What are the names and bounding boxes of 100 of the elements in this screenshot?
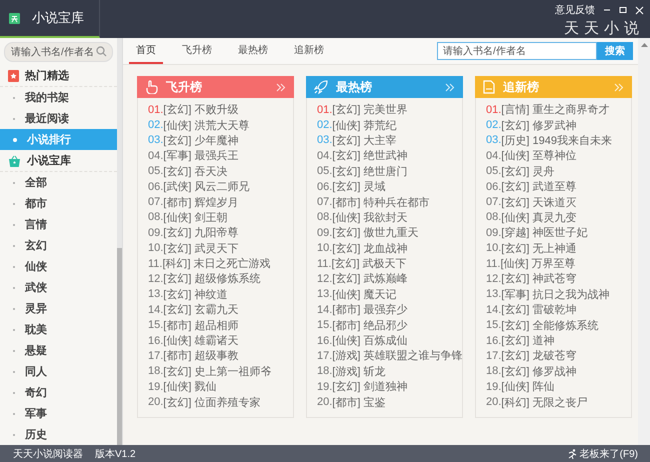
sidebar-item[interactable]: 同人 (0, 361, 117, 382)
book-title[interactable]: [玄幻] 大主宰 (332, 132, 396, 148)
book-title[interactable]: [玄幻] 位面养殖专家 (163, 394, 260, 410)
book-title[interactable]: [玄幻] 玄霸九天 (163, 302, 238, 318)
book-title[interactable]: [玄幻] 雷破乾坤 (501, 302, 576, 318)
book-title[interactable]: [游戏] 英雄联盟之谁与争锋 (332, 348, 462, 364)
book-title[interactable]: [仙侠] 魔天记 (332, 286, 396, 302)
book-title[interactable]: [仙侠] 洪荒大天尊 (163, 118, 250, 133)
book-title[interactable]: [玄幻] 傲世九重天 (332, 225, 418, 240)
book-title[interactable]: [都市] 最强弃少 (332, 302, 408, 318)
book-title[interactable]: [仙侠] 戮仙 (163, 379, 216, 394)
book-title[interactable]: [玄幻] 武道至尊 (501, 179, 576, 194)
book-title[interactable]: [仙侠] 阵仙 (501, 379, 554, 394)
search-field[interactable]: 请输入书名/作者名 (437, 42, 597, 60)
book-title[interactable]: [玄幻] 完美世界 (332, 102, 408, 118)
book-title[interactable]: [穿越] 神医世子妃 (501, 225, 588, 240)
tab[interactable]: 追新榜 (287, 38, 331, 64)
book-title[interactable]: [玄幻] 修罗武神 (501, 118, 576, 133)
book-title[interactable]: [玄幻] 修罗战神 (501, 364, 576, 379)
boss-key-link[interactable]: 老板来了(F9) (580, 446, 638, 460)
book-title[interactable]: [都市] 超品相师 (163, 318, 238, 333)
sidebar-item[interactable]: 小说排行 (0, 129, 117, 150)
rank-number: 16. (317, 334, 332, 347)
book-title[interactable]: [游戏] 斩龙 (332, 364, 386, 379)
sidebar-item[interactable]: 历史 (0, 424, 117, 445)
book-title[interactable]: [都市] 宝鉴 (332, 394, 386, 410)
book-title[interactable]: [仙侠] 百炼成仙 (332, 333, 408, 348)
rank-number: 08. (317, 211, 332, 224)
sidebar-item[interactable]: 武侠 (0, 277, 117, 298)
feedback-link[interactable]: 意见反馈 (555, 3, 595, 17)
book-title[interactable]: [玄幻] 武灵天下 (163, 240, 238, 256)
tab[interactable]: 最热榜 (231, 38, 275, 64)
book-title[interactable]: [玄幻] 九阳帝尊 (163, 225, 238, 240)
book-title[interactable]: [玄幻] 绝世武神 (332, 148, 408, 164)
book-title[interactable]: [玄幻] 灵域 (332, 179, 386, 194)
book-title[interactable]: [玄幻] 道神 (501, 333, 554, 348)
book-title[interactable]: [科幻] 末日之死亡游戏 (162, 256, 271, 272)
book-title[interactable]: [玄幻] 超级修炼系统 (163, 271, 260, 286)
tab[interactable]: 飞升榜 (175, 38, 219, 64)
sidebar-item[interactable]: 我的书架 (0, 87, 117, 108)
book-title[interactable]: [玄幻] 武极天下 (331, 256, 407, 272)
scrollbar-thumb[interactable] (117, 248, 122, 445)
book-title[interactable]: [仙侠] 至尊神位 (501, 148, 576, 164)
rocket-icon (314, 80, 328, 94)
close-icon[interactable] (635, 6, 644, 14)
sidebar-item[interactable]: 奇幻 (0, 382, 117, 403)
book-title[interactable]: [仙侠] 万界至尊 (500, 256, 576, 272)
book-title[interactable]: [玄幻] 神纹道 (163, 286, 228, 302)
sidebar-item[interactable]: 最近阅读 (0, 108, 117, 129)
book-title[interactable]: [都市] 辉煌岁月 (163, 194, 238, 210)
sidebar-item[interactable]: 言情 (0, 214, 117, 235)
book-title[interactable]: [仙侠] 莽荒纪 (332, 118, 396, 133)
book-title[interactable]: [玄幻] 龙破苍穹 (501, 348, 576, 364)
search-icon[interactable] (96, 46, 107, 57)
book-title[interactable]: [军事] 抗日之我为战神 (501, 286, 610, 302)
book-title[interactable]: [玄幻] 少年魔神 (163, 132, 238, 148)
book-title[interactable]: [玄幻] 史上第一祖师爷 (163, 364, 272, 379)
sidebar-search-field[interactable]: 请输入书名/作者名 (4, 42, 113, 62)
sidebar-item[interactable]: 灵异 (0, 298, 117, 319)
rank-number: 04. (486, 150, 502, 162)
book-title[interactable]: [仙侠] 雄霸诸天 (163, 333, 238, 348)
book-title[interactable]: [都市] 超级事教 (163, 348, 238, 364)
sidebar-item[interactable]: 军事 (0, 403, 117, 424)
book-title[interactable]: [玄幻] 武炼巅峰 (332, 271, 408, 286)
bookmark-star-icon (8, 70, 19, 82)
rank-number: 12. (148, 272, 164, 285)
sidebar-item[interactable]: 仙侠 (0, 256, 117, 277)
maximize-icon[interactable] (619, 6, 627, 14)
book-title[interactable]: [玄幻] 吞天决 (163, 164, 228, 179)
book-title[interactable]: [军事] 最强兵王 (163, 148, 238, 164)
scroll-up-icon[interactable] (640, 42, 648, 47)
tab[interactable]: 首页 (129, 38, 163, 64)
book-title[interactable]: [玄幻] 剑道独神 (332, 379, 408, 394)
double-chevron-icon[interactable] (614, 82, 624, 92)
book-title[interactable]: [言情] 重生之商界奇才 (501, 102, 610, 118)
sidebar-item[interactable]: 悬疑 (0, 340, 117, 361)
book-title[interactable]: [玄幻] 龙血战神 (332, 240, 408, 256)
book-title[interactable]: [玄幻] 灵舟 (501, 164, 554, 179)
sidebar-item[interactable]: 都市 (0, 193, 117, 214)
book-title[interactable]: [玄幻] 天诛道灭 (501, 194, 576, 210)
sidebar-item[interactable]: 全部 (0, 172, 117, 193)
book-title[interactable]: [仙侠] 我欲封天 (332, 210, 408, 225)
window-title: 小说宝库 (32, 9, 84, 27)
book-title[interactable]: [历史] 1949我来自未来 (501, 132, 612, 148)
search-button[interactable]: 搜索 (597, 42, 633, 60)
double-chevron-icon[interactable] (276, 82, 286, 92)
book-title[interactable]: [科幻] 无限之丧尸 (501, 394, 588, 410)
book-title[interactable]: [玄幻] 全能修炼系统 (501, 318, 598, 333)
book-title[interactable]: [玄幻] 无上神通 (501, 240, 576, 256)
sidebar-item[interactable]: 耽美 (0, 319, 117, 340)
book-title[interactable]: [玄幻] 不败升级 (163, 102, 238, 118)
book-title[interactable]: [仙侠] 真灵九变 (501, 210, 576, 225)
book-title[interactable]: [武侠] 风云二师兄 (163, 179, 250, 194)
book-title[interactable]: [都市] 特种兵在都市 (332, 194, 430, 210)
book-title[interactable]: [仙侠] 剑王朝 (163, 210, 228, 225)
book-title[interactable]: [都市] 绝品邪少 (332, 318, 408, 333)
double-chevron-icon[interactable] (445, 82, 455, 92)
sidebar-item[interactable]: 玄幻 (0, 235, 117, 256)
book-title[interactable]: [玄幻] 神武苍穹 (501, 271, 576, 286)
book-title[interactable]: [玄幻] 绝世唐门 (332, 164, 408, 179)
